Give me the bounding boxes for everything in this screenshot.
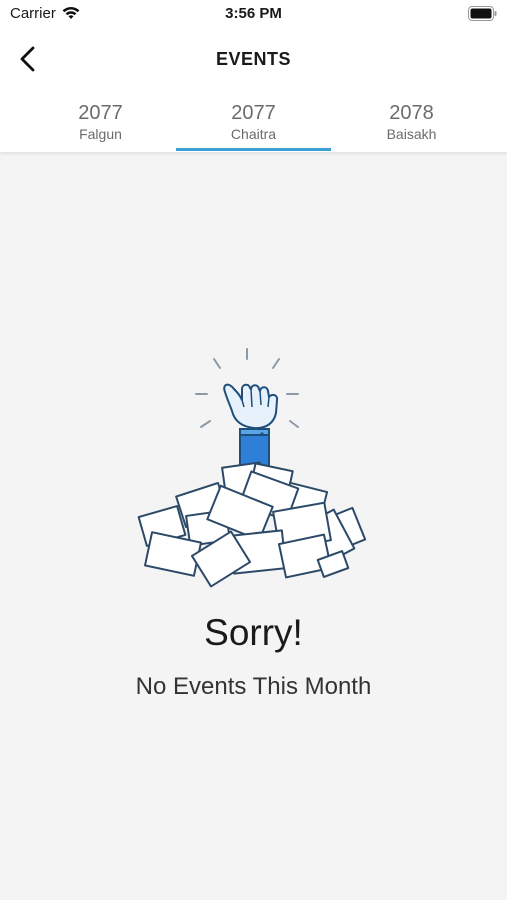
tab-month: Chaitra (230, 126, 277, 142)
month-tabs: 2077 Falgun 2077 Chaitra 2078 Baisakh (0, 90, 507, 152)
tab-year: 2077 (231, 102, 276, 124)
empty-state-title: Sorry! (204, 612, 303, 653)
navigation-bar: EVENTS (0, 30, 507, 90)
battery-icon (468, 6, 497, 21)
tab-falgun[interactable]: 2077 Falgun (23, 90, 178, 152)
tab-baisakh[interactable]: 2078 Baisakh (334, 90, 489, 152)
tab-month: Baisakh (386, 126, 437, 142)
tab-year: 2077 (78, 102, 123, 124)
status-time: 3:56 PM (225, 5, 282, 22)
empty-state-message: No Events This Month (135, 673, 372, 700)
tab-chaitra[interactable]: 2077 Chaitra (176, 90, 331, 152)
tab-year: 2078 (389, 102, 434, 124)
status-bar: Carrier 3:56 PM (0, 0, 507, 30)
page-title: EVENTS (215, 49, 292, 69)
empty-events-illustration (137, 348, 367, 588)
tab-month: Falgun (79, 126, 122, 142)
selected-tab-indicator (176, 148, 331, 151)
